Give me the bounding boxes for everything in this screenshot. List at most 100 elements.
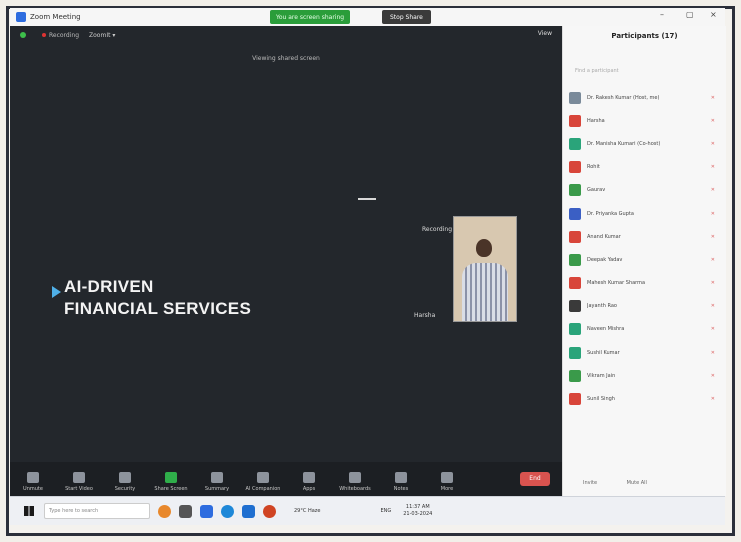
- participant-name: Mahesh Kumar Sharma: [587, 280, 646, 287]
- participant-name: Deepak Yadav: [587, 256, 623, 263]
- participant-body: [462, 263, 508, 321]
- task-view-icon[interactable]: [179, 504, 192, 518]
- muted-mic-icon[interactable]: ✕: [711, 303, 715, 309]
- slide-divider: [358, 198, 376, 200]
- participants-title: Participants (17): [611, 32, 678, 40]
- zoom-indicator[interactable]: ZoomIt ▾: [89, 32, 115, 39]
- participant-row[interactable]: Anand Kumar ✕: [569, 225, 719, 248]
- end-meeting-button[interactable]: End: [520, 472, 550, 486]
- edge-browser-icon[interactable]: [221, 504, 234, 518]
- sparkle-icon: [257, 472, 269, 483]
- notes-button[interactable]: Notes: [378, 472, 424, 492]
- summary-button[interactable]: Summary: [194, 472, 240, 492]
- window-titlebar: Zoom Meeting: [10, 8, 725, 27]
- participant-name: Dr. Manisha Kumari (Co-host): [587, 140, 661, 147]
- video-camera-icon: [73, 472, 85, 483]
- participant-name: Gaurav: [587, 187, 606, 194]
- muted-mic-icon[interactable]: ✕: [711, 234, 715, 240]
- windows-start-icon[interactable]: [24, 506, 34, 516]
- participant-search-input[interactable]: Find a participant: [575, 68, 619, 74]
- participant-row[interactable]: Dr. Rakesh Kumar (Host, me) ✕: [569, 86, 719, 109]
- participant-video-tile[interactable]: [453, 216, 517, 322]
- notes-icon: [395, 472, 407, 483]
- muted-mic-icon[interactable]: ✕: [711, 211, 715, 217]
- toolbar-label: Apps: [302, 486, 316, 492]
- participant-row[interactable]: Deepak Yadav ✕: [569, 248, 719, 271]
- participants-footer: Invite Mute All: [583, 480, 675, 486]
- avatar: [569, 184, 581, 197]
- muted-mic-icon[interactable]: ✕: [711, 164, 715, 170]
- clock-time: 11:37 AM: [405, 504, 430, 510]
- participant-name: Harsha: [587, 117, 605, 124]
- outlook-icon[interactable]: [242, 504, 255, 518]
- taskbar-search-input[interactable]: Type here to search: [44, 503, 150, 519]
- participant-row[interactable]: Harsha ✕: [569, 109, 719, 132]
- more-icon: [441, 472, 453, 483]
- toolbar-label: Summary: [204, 486, 230, 492]
- participant-name: Naveen Mishra: [587, 326, 625, 333]
- muted-mic-icon[interactable]: ✕: [711, 187, 715, 193]
- security-button[interactable]: Security: [102, 472, 148, 492]
- ai-companion-button[interactable]: AI Companion: [240, 472, 286, 492]
- play-arrow-icon: [52, 286, 61, 298]
- windows-taskbar: Type here to search 29°C Haze ENG 11:37 …: [10, 496, 725, 525]
- meeting-toolbar: Unmute Start Video Security Share Screen…: [10, 462, 562, 496]
- record-dot-icon: [42, 32, 46, 37]
- toolbar-label: Unmute: [23, 486, 43, 492]
- zoom-taskbar-icon[interactable]: [200, 504, 213, 518]
- minimize-button[interactable]: –: [660, 10, 664, 19]
- participant-row[interactable]: Rohit ✕: [569, 156, 719, 179]
- toolbar-label: More: [440, 486, 454, 492]
- participant-row[interactable]: Jayanth Rao ✕: [569, 295, 719, 318]
- shield-icon: [119, 472, 131, 483]
- tile-participant-name: Harsha: [414, 312, 436, 319]
- avatar: [569, 346, 581, 359]
- muted-mic-icon[interactable]: ✕: [711, 95, 715, 101]
- participant-list: Dr. Rakesh Kumar (Host, me) ✕ Harsha ✕ Dr.…: [569, 86, 719, 411]
- participant-row[interactable]: Gaurav ✕: [569, 179, 719, 202]
- participant-name: Vikram Jain: [587, 372, 616, 379]
- invite-button[interactable]: Invite: [583, 480, 597, 486]
- screen-sharing-banner: You are screen sharing: [270, 10, 351, 24]
- close-button[interactable]: ×: [710, 10, 717, 19]
- view-button[interactable]: View: [538, 30, 552, 37]
- whiteboards-button[interactable]: Whiteboards: [332, 472, 378, 492]
- avatar: [569, 137, 581, 150]
- participant-row[interactable]: Vikram Jain ✕: [569, 364, 719, 387]
- participant-row[interactable]: Sunil Singh ✕: [569, 387, 719, 410]
- cortana-icon[interactable]: [158, 504, 171, 518]
- muted-mic-icon[interactable]: ✕: [711, 118, 715, 124]
- avatar: [569, 161, 581, 174]
- meeting-view: Recording ZoomIt ▾ View Viewing shared s…: [10, 26, 562, 496]
- muted-mic-icon[interactable]: ✕: [711, 396, 715, 402]
- muted-mic-icon[interactable]: ✕: [711, 280, 715, 286]
- muted-mic-icon[interactable]: ✕: [711, 141, 715, 147]
- apps-button[interactable]: Apps: [286, 472, 332, 492]
- powerpoint-icon[interactable]: [263, 504, 276, 518]
- muted-mic-icon[interactable]: ✕: [711, 257, 715, 263]
- summary-icon: [211, 472, 223, 483]
- participant-row[interactable]: Naveen Mishra ✕: [569, 318, 719, 341]
- security-shield-icon[interactable]: [20, 32, 26, 38]
- avatar: [569, 369, 581, 382]
- unmute-button[interactable]: Unmute: [10, 472, 56, 492]
- muted-mic-icon[interactable]: ✕: [711, 350, 715, 356]
- system-tray-language[interactable]: ENG: [380, 508, 391, 514]
- participant-row[interactable]: Dr. Manisha Kumari (Co-host) ✕: [569, 132, 719, 155]
- share-screen-button[interactable]: Share Screen: [148, 472, 194, 492]
- mute-all-button[interactable]: Mute All: [627, 480, 647, 486]
- participant-row[interactable]: Dr. Priyanka Gupta ✕: [569, 202, 719, 225]
- participant-row[interactable]: Mahesh Kumar Sharma ✕: [569, 272, 719, 295]
- participant-name: Anand Kumar: [587, 233, 621, 240]
- muted-mic-icon[interactable]: ✕: [711, 326, 715, 332]
- slide-title-line2: FINANCIAL SERVICES: [64, 299, 252, 318]
- more-button[interactable]: More: [424, 472, 470, 492]
- participant-row[interactable]: Sushil Kumar ✕: [569, 341, 719, 364]
- weather-widget[interactable]: 29°C Haze: [294, 508, 320, 514]
- maximize-button[interactable]: ▢: [686, 10, 694, 19]
- recording-indicator[interactable]: Recording: [42, 32, 79, 39]
- start-video-button[interactable]: Start Video: [56, 472, 102, 492]
- stop-share-button[interactable]: Stop Share: [382, 10, 431, 24]
- taskbar-clock[interactable]: 11:37 AM 21-03-2024: [403, 504, 432, 518]
- muted-mic-icon[interactable]: ✕: [711, 373, 715, 379]
